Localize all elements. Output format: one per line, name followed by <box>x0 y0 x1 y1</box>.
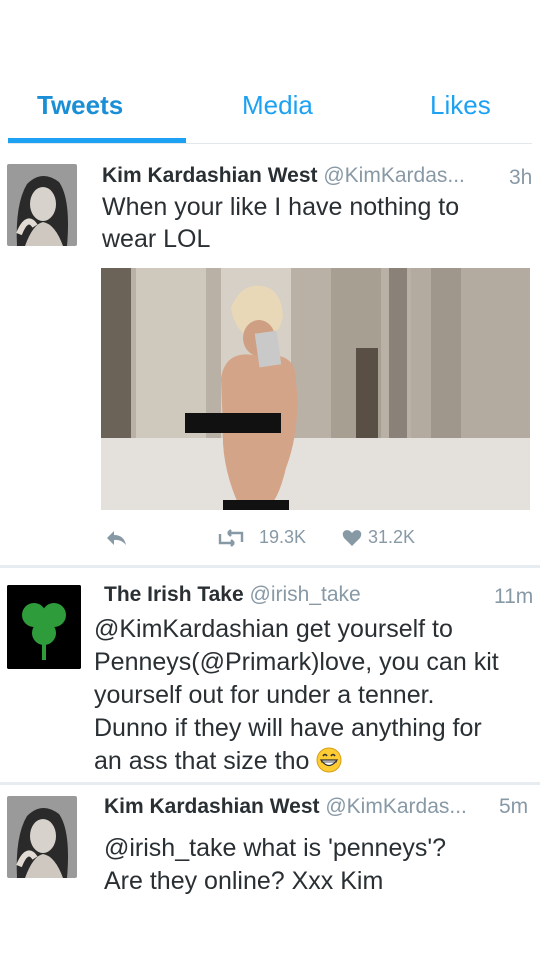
tweet-time[interactable]: 5m <box>499 795 528 819</box>
tweet-text-line: When your like I have nothing to <box>102 193 460 221</box>
author-name[interactable]: The Irish Take <box>104 583 244 606</box>
retweet-icon[interactable] <box>216 529 246 552</box>
tweet-text-line: an ass that size tho <box>94 747 310 775</box>
tweet-1[interactable]: Kim Kardashian West @KimKardas... 3h Whe… <box>0 0 540 560</box>
author-name[interactable]: Kim Kardashian West <box>102 164 318 187</box>
avatar[interactable] <box>7 164 77 246</box>
tweet-text-line: yourself out for under a tenner. <box>94 681 435 709</box>
avatar[interactable] <box>7 796 77 878</box>
author-handle[interactable]: @irish_take <box>250 583 361 606</box>
tweet-3[interactable]: Kim Kardashian West @KimKardas... 5m @ir… <box>0 790 540 940</box>
tweet-2[interactable]: The Irish Take @irish_take 11m @KimKarda… <box>0 575 540 790</box>
tweet-text: @irish_take what is 'penneys'? Are they … <box>104 832 534 898</box>
tweet-divider <box>0 565 540 568</box>
tweet-text-line: @KimKardashian get yourself to <box>94 615 453 643</box>
tweet-actions: 19.3K 31.2K <box>0 525 540 555</box>
grinning-face-icon <box>316 747 342 782</box>
tweet-header: Kim Kardashian West @KimKardas... <box>102 164 465 188</box>
tweet-text: When your like I have nothing to wear LO… <box>102 191 532 255</box>
tweet-text-line-last: an ass that size tho <box>94 745 534 782</box>
tweet-divider <box>0 782 540 785</box>
tweet-text: @KimKardashian get yourself to Penneys(@… <box>94 613 534 782</box>
author-handle[interactable]: @KimKardas... <box>325 795 467 818</box>
author-name[interactable]: Kim Kardashian West <box>104 795 320 818</box>
tweet-photo[interactable] <box>101 268 530 510</box>
tweet-time[interactable]: 3h <box>509 166 532 190</box>
tweet-text-line: Are they online? Xxx Kim <box>104 867 384 895</box>
tweet-header: Kim Kardashian West @KimKardas... <box>104 795 467 819</box>
tweet-text-line: Dunno if they will have anything for <box>94 714 482 742</box>
tweet-text-line: wear LOL <box>102 225 211 253</box>
tweet-text-line: @irish_take what is 'penneys'? <box>104 834 447 862</box>
avatar[interactable] <box>7 585 81 669</box>
author-handle[interactable]: @KimKardas... <box>323 164 465 187</box>
like-icon[interactable] <box>342 529 362 552</box>
tweet-time[interactable]: 11m <box>494 585 533 609</box>
tweet-text-line: Penneys(@Primark)love, you can kit <box>94 648 499 676</box>
like-count: 31.2K <box>368 527 416 547</box>
tweet-header: The Irish Take @irish_take <box>104 583 361 607</box>
reply-icon[interactable] <box>106 529 128 552</box>
retweet-count: 19.3K <box>259 527 307 547</box>
